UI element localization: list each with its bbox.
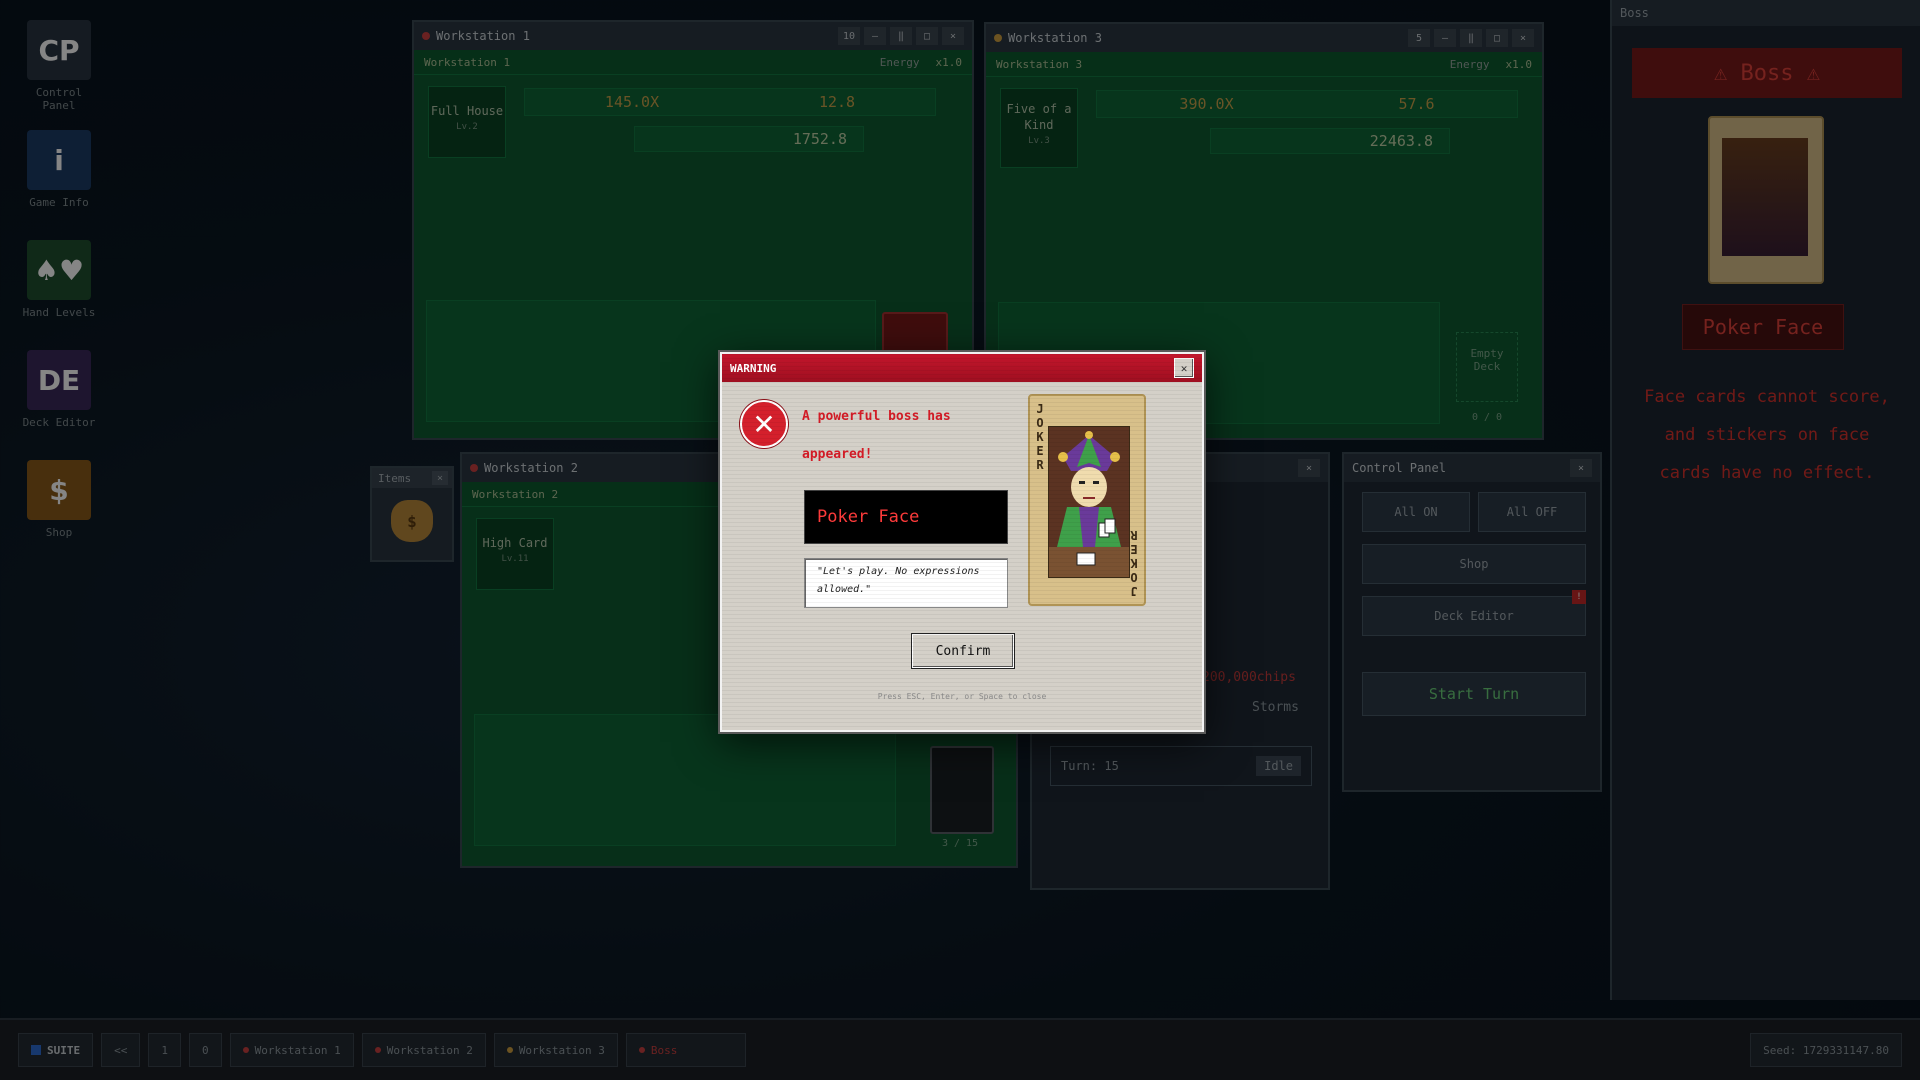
joker-icon bbox=[1049, 427, 1129, 577]
boss-quote: "Let's play. No expressions allowed." bbox=[804, 558, 1008, 608]
card-corner-label: JOKER bbox=[1036, 402, 1044, 472]
error-icon: ✕ bbox=[740, 400, 788, 448]
dialog-message: A powerful boss has appeared! bbox=[802, 409, 951, 462]
boss-warning-dialog: WARNING ✕ ✕ A powerful boss has appeared… bbox=[720, 352, 1204, 732]
joker-portrait bbox=[1048, 426, 1130, 578]
card-corner-label: JOKER bbox=[1130, 528, 1138, 598]
dialog-title: WARNING bbox=[730, 361, 777, 375]
confirm-button[interactable]: Confirm bbox=[912, 634, 1014, 668]
boss-name: Poker Face bbox=[804, 490, 1008, 544]
close-icon[interactable]: ✕ bbox=[1174, 358, 1194, 378]
dialog-titlebar[interactable]: WARNING ✕ bbox=[722, 354, 1202, 382]
joker-card: JOKER JOKER bbox=[1028, 394, 1146, 606]
dialog-hint: Press ESC, Enter, or Space to close bbox=[877, 692, 1047, 701]
